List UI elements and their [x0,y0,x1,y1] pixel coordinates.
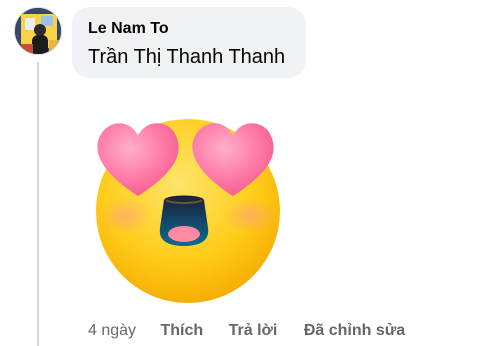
comment-text: Trần Thị Thanh Thanh [88,46,286,68]
comment-bubble: Le Nam To Trần Thị Thanh Thanh [72,7,306,78]
avatar[interactable] [14,7,62,55]
avatar-image [15,8,61,54]
comment-author[interactable]: Le Nam To [88,19,292,39]
heart-eyes-emoji-sticker [80,96,290,306]
reply-button[interactable]: Trả lời [229,321,278,341]
comment-timestamp[interactable]: 4 ngày [88,321,136,341]
edited-label[interactable]: Đã chỉnh sửa [304,321,405,341]
heart-eyes-emoji-icon [96,119,280,303]
like-button[interactable]: Thích [161,321,204,341]
thread-line [37,62,39,346]
comment-actions: 4 ngày Thích Trả lời Đã chỉnh sửa [88,321,405,341]
